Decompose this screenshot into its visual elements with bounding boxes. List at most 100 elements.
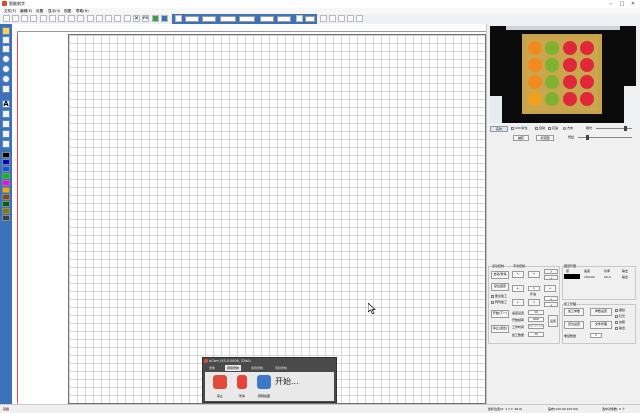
capture-button[interactable]: 捕获: [513, 135, 529, 141]
tab-audio-record[interactable]: 音频录制: [273, 365, 289, 371]
color-swatch[interactable]: [2, 166, 10, 172]
array-checkbox[interactable]: [491, 301, 494, 304]
color-swatch[interactable]: [2, 152, 10, 158]
jog-up-right-button[interactable]: ↗: [544, 269, 558, 274]
step-input[interactable]: 1: [528, 286, 540, 291]
image-icon[interactable]: [152, 15, 159, 22]
jog-right-bottom-button[interactable]: →: [544, 302, 558, 307]
new-icon[interactable]: [3, 15, 10, 22]
spiral-tool-icon[interactable]: [2, 75, 10, 83]
color-swatch[interactable]: [2, 201, 10, 207]
position-settings-button[interactable]: 定位设置: [564, 321, 584, 329]
zoom-window-icon[interactable]: [114, 15, 121, 22]
param-settings-button[interactable]: 参数设置: [590, 308, 612, 316]
close-button[interactable]: ✕: [628, 0, 638, 8]
rotate-icon[interactable]: [296, 15, 303, 22]
jog-up-left-button[interactable]: ↖: [512, 271, 524, 278]
paste-icon[interactable]: [58, 15, 65, 22]
output-checkbox[interactable]: [615, 327, 618, 330]
workspace-grid[interactable]: [68, 34, 486, 404]
scale-y-field[interactable]: [277, 16, 291, 22]
start-text[interactable]: 开始...: [275, 376, 299, 387]
stop-record-icon[interactable]: [213, 375, 227, 389]
zoom-out-icon[interactable]: [96, 15, 103, 22]
jog-down-button[interactable]: ↓: [528, 299, 540, 306]
jog-left-button[interactable]: ←: [512, 285, 524, 292]
jog-down-left-button[interactable]: ↙: [512, 299, 524, 306]
redo-icon[interactable]: [77, 15, 84, 22]
jog-down-right-button[interactable]: ↘: [544, 296, 558, 301]
layer-color-swatch[interactable]: [564, 274, 580, 279]
align-center-icon[interactable]: [329, 15, 336, 22]
pos-y-field[interactable]: [202, 16, 216, 22]
color-swatch[interactable]: [2, 215, 10, 221]
work-params-button[interactable]: 加工参数: [564, 308, 584, 316]
eraser-tool-icon[interactable]: [2, 110, 10, 118]
apply-button[interactable]: 设置: [548, 315, 558, 327]
scale-x-field[interactable]: [260, 16, 274, 22]
color-swatch[interactable]: [2, 187, 10, 193]
tab-record[interactable]: 录像: [207, 365, 217, 371]
jog-right-button[interactable]: →: [544, 285, 556, 292]
repeat-input[interactable]: 1: [590, 333, 602, 338]
align-bottom-icon[interactable]: [356, 15, 363, 22]
zoom-all-icon[interactable]: [124, 15, 131, 22]
align-right-icon[interactable]: [338, 15, 345, 22]
open-icon[interactable]: [12, 15, 19, 22]
tab-screen-record[interactable]: 屏幕录制: [225, 365, 242, 371]
ccd-checkbox[interactable]: [511, 127, 514, 130]
start-pause-button[interactable]: 启动/暂停: [491, 271, 509, 279]
tab-realtime[interactable]: 实时: [490, 126, 508, 132]
align-left-icon[interactable]: [320, 15, 327, 22]
exposure-slider-handle[interactable]: [624, 126, 627, 131]
color-swatch[interactable]: [2, 159, 10, 165]
auto-checkbox[interactable]: [535, 127, 538, 130]
breakpoint-checkbox[interactable]: [491, 295, 494, 298]
arc-tool-icon[interactable]: [2, 65, 10, 73]
zoom-in-icon[interactable]: [87, 15, 94, 22]
print-icon[interactable]: [30, 15, 37, 22]
color-swatch[interactable]: [2, 194, 10, 200]
knife-tool-icon[interactable]: [2, 130, 10, 138]
jog-up-button[interactable]: ↑: [528, 271, 540, 278]
direction-radio[interactable]: [563, 127, 566, 130]
pen-tool-icon[interactable]: [2, 120, 10, 128]
reset-home-button[interactable]: 复位回原: [491, 283, 509, 291]
circle-tool-icon[interactable]: [2, 55, 10, 63]
line-tool-icon[interactable]: [2, 45, 10, 53]
camera-icon[interactable]: [161, 15, 168, 22]
save-icon[interactable]: [21, 15, 28, 22]
zoom-fit-icon[interactable]: [105, 15, 112, 22]
maximize-button[interactable]: □: [617, 0, 627, 8]
color-swatch[interactable]: [2, 208, 10, 214]
lock-ratio-icon[interactable]: [175, 15, 182, 22]
color-swatch[interactable]: [2, 173, 10, 179]
count-input[interactable]: 10: [528, 332, 544, 337]
minimize-button[interactable]: –: [606, 0, 616, 8]
jog-right-top-button[interactable]: →: [544, 275, 558, 280]
select-tool-icon[interactable]: [2, 27, 10, 35]
pos-x-field[interactable]: [185, 16, 199, 22]
copy-icon[interactable]: [49, 15, 56, 22]
start-freq-input[interactable]: 600: [528, 317, 544, 322]
rect-tool-icon[interactable]: [2, 85, 10, 93]
cut-icon[interactable]: [40, 15, 47, 22]
gain-slider-handle[interactable]: [586, 135, 589, 140]
color-swatch[interactable]: [2, 180, 10, 186]
height-field[interactable]: [239, 16, 255, 22]
pause-icon[interactable]: [237, 375, 247, 389]
speed-checkbox[interactable]: [548, 127, 551, 130]
delete-icon[interactable]: ✕: [133, 15, 140, 22]
align-top-icon[interactable]: [347, 15, 354, 22]
frame-checkbox[interactable]: [615, 321, 618, 324]
tab-game-record[interactable]: 游戏录制: [249, 365, 265, 371]
ps-icon[interactable]: PS: [142, 15, 149, 22]
galvo-checkbox[interactable]: [615, 309, 618, 312]
stop-exit-button[interactable]: 停止(退出): [491, 325, 509, 333]
calibrate-button[interactable]: 标定图: [536, 135, 554, 141]
width-field[interactable]: [220, 16, 236, 22]
red-light-checkbox[interactable]: [615, 315, 618, 318]
fill-tool-icon[interactable]: [2, 140, 10, 148]
text-tool-icon[interactable]: A: [2, 100, 10, 108]
speed-setting-input[interactable]: 10: [528, 310, 544, 315]
